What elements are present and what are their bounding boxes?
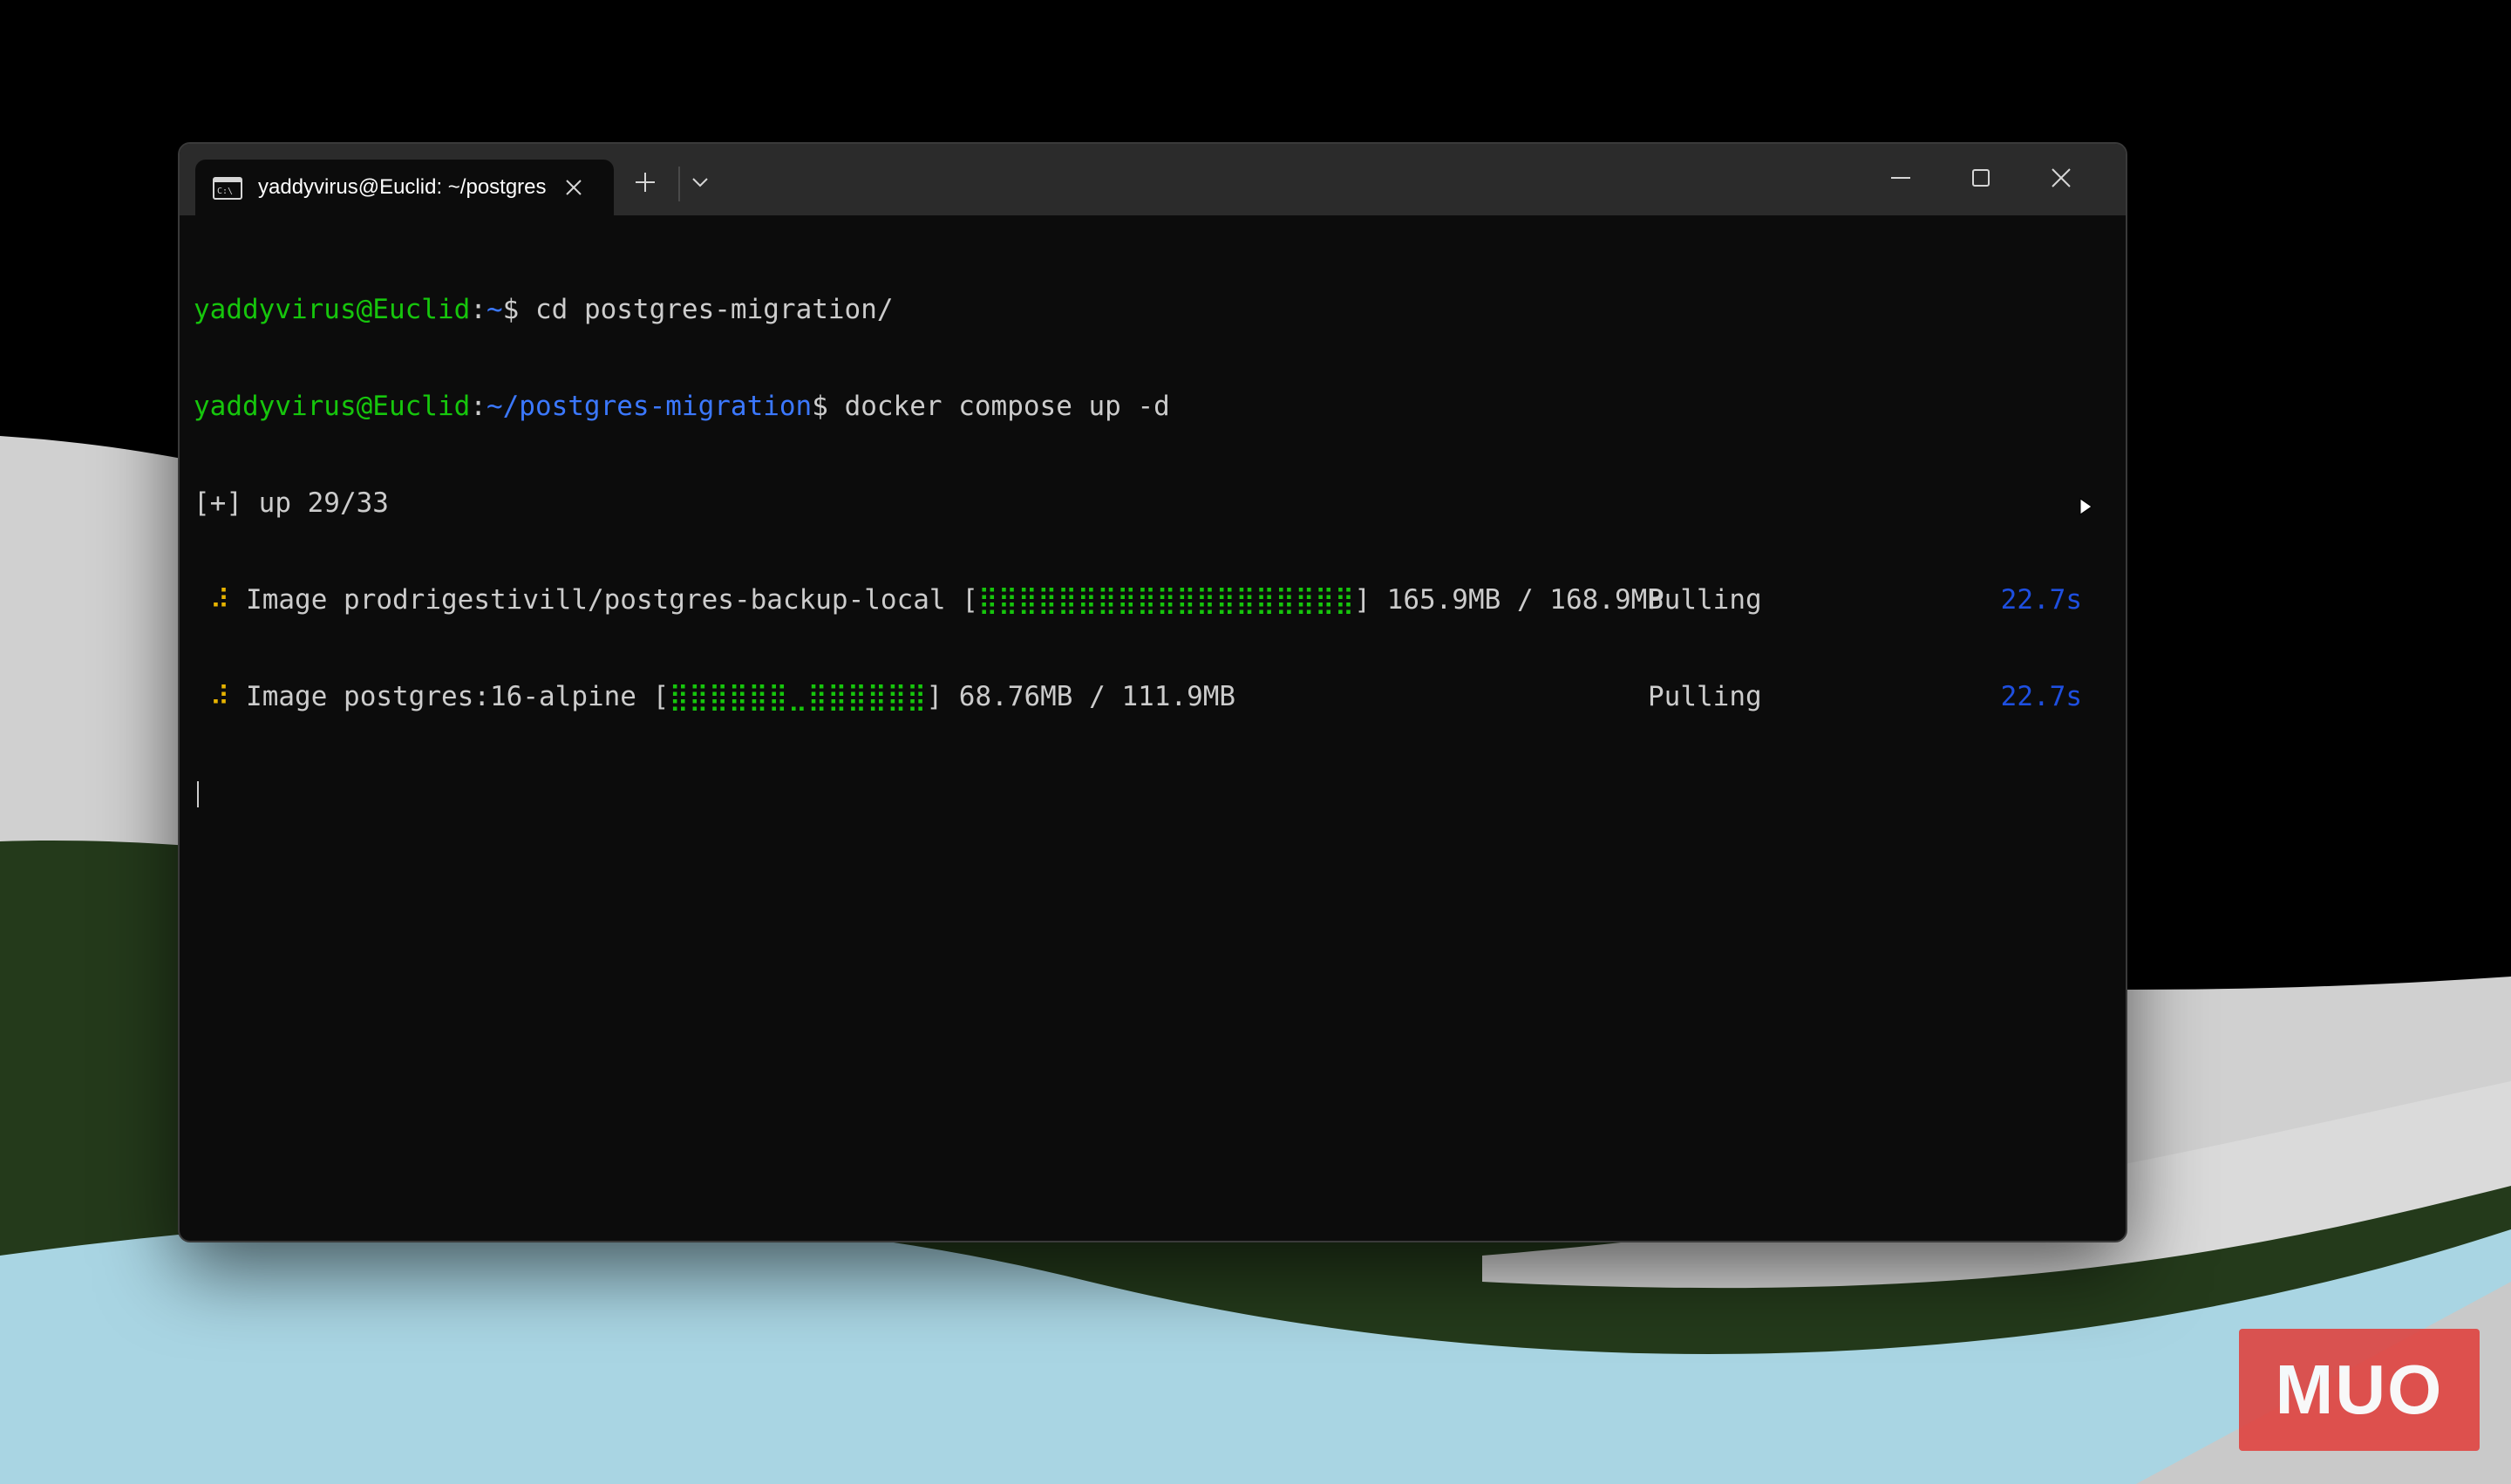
- title-bar: C:\ yaddyvirus@Euclid: ~/postgres-migrat…: [180, 144, 2126, 215]
- tab-terminal[interactable]: C:\ yaddyvirus@Euclid: ~/postgres-migrat…: [195, 160, 614, 215]
- terminal-line: yaddyvirus@Euclid:~$ cd postgres-migrati…: [194, 294, 2108, 326]
- maximize-icon[interactable]: [1969, 166, 1993, 190]
- pull-status: Pulling: [1648, 584, 1762, 616]
- image-label: Image prodrigestivill/postgres-backup-lo…: [246, 584, 978, 616]
- svg-text:C:\: C:\: [217, 187, 233, 196]
- prompt-symbol: $: [812, 391, 845, 422]
- muo-logo: MUO: [2239, 1329, 2480, 1451]
- elapsed-time: 22.7s: [2000, 584, 2082, 616]
- tab-close-icon[interactable]: [563, 177, 584, 198]
- prompt-path: ~/postgres-migration: [486, 391, 813, 422]
- command-text: cd postgres-migration/: [534, 294, 894, 325]
- compose-status: [+] up 29/33: [194, 487, 389, 519]
- prompt-separator: :: [470, 294, 487, 325]
- pull-progress-line: ⠼ Image postgres:16-alpine [⣿⣿⣿⣿⣿⣿⣀⣿⣿⣿⣿⣿…: [194, 681, 2108, 713]
- logo-text: MUO: [2275, 1351, 2444, 1428]
- pull-progress-line: ⠼ Image prodrigestivill/postgres-backup-…: [194, 584, 2108, 616]
- tab-separator: [678, 167, 680, 201]
- text-cursor: [197, 781, 199, 807]
- prompt-user: yaddyvirus@Euclid: [194, 391, 471, 422]
- terminal-line: [+] up 29/33: [194, 487, 2108, 520]
- download-size: ] 165.9MB / 168.9MB: [1354, 584, 1664, 616]
- pull-status: Pulling: [1648, 681, 1762, 712]
- progress-bar: ⣿⣿⣿⣿⣿⣿⣀⣿⣿⣿⣿⣿⣿: [669, 681, 927, 712]
- spinner-icon: ⠼: [194, 584, 247, 616]
- tab-title: yaddyvirus@Euclid: ~/postgres-migration: [258, 175, 546, 199]
- prompt-user: yaddyvirus@Euclid: [194, 294, 471, 325]
- minimize-icon[interactable]: [1888, 166, 1913, 190]
- elapsed-time: 22.7s: [2000, 681, 2082, 712]
- terminal-input-line[interactable]: [194, 778, 2108, 810]
- prompt-symbol: $: [502, 294, 535, 325]
- terminal-window: C:\ yaddyvirus@Euclid: ~/postgres-migrat…: [178, 142, 2127, 1242]
- spinner-icon: ⠼: [194, 681, 247, 712]
- terminal-line: yaddyvirus@Euclid:~/postgres-migration$ …: [194, 391, 2108, 423]
- progress-bar: ⣿⣿⣿⣿⣿⣿⣿⣿⣿⣿⣿⣿⣿⣿⣿⣿⣿⣿⣿: [977, 584, 1355, 616]
- plus-icon[interactable]: [633, 170, 657, 194]
- terminal-icon: C:\: [213, 177, 242, 200]
- image-label: Image postgres:16-alpine [: [246, 681, 670, 712]
- close-icon[interactable]: [2049, 166, 2073, 190]
- prompt-path: ~: [486, 294, 503, 325]
- download-size: ] 68.76MB / 111.9MB: [926, 681, 1236, 712]
- terminal-output[interactable]: yaddyvirus@Euclid:~$ cd postgres-migrati…: [194, 229, 2108, 875]
- chevron-down-icon[interactable]: [689, 172, 711, 193]
- command-text: docker compose up -d: [844, 391, 1170, 422]
- prompt-separator: :: [470, 391, 487, 422]
- mouse-pointer-icon: [2079, 497, 2094, 516]
